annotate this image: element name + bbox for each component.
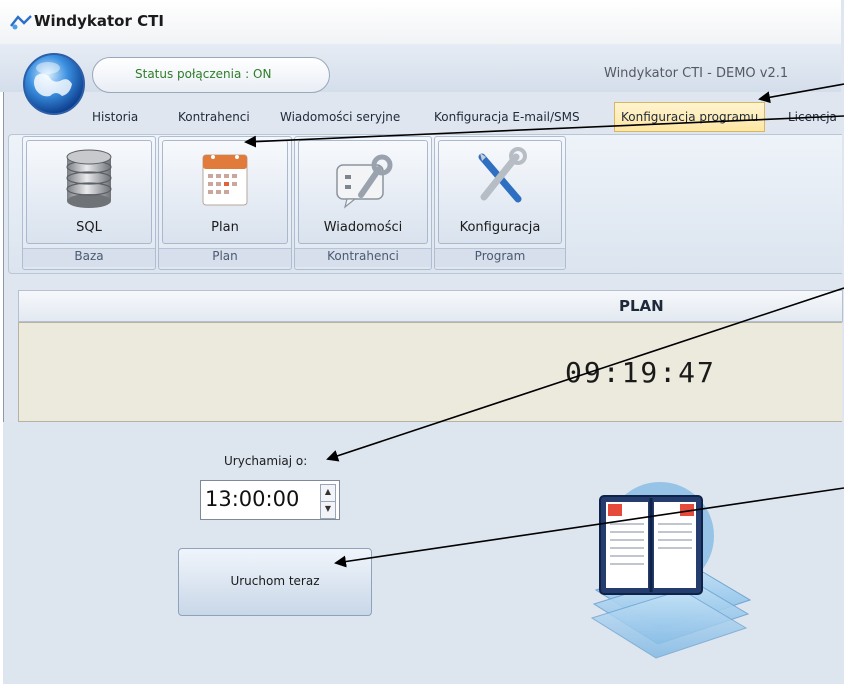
scheduler-calendar-icon — [590, 482, 752, 659]
tab-kontrahenci[interactable]: Kontrahenci — [172, 104, 256, 130]
ribbon-group-label-program: Program — [435, 248, 565, 267]
sql-button-label: SQL — [76, 220, 102, 235]
plan-title: PLAN — [619, 297, 664, 315]
clock-panel: 09:19:47 — [18, 322, 842, 422]
run-now-button-label: Uruchom teraz — [230, 574, 320, 588]
current-time: 09:19:47 — [565, 356, 716, 389]
ribbon-group-label-plan: Plan — [159, 248, 291, 267]
connection-status: Status połączenia : ON — [135, 67, 272, 81]
konfiguracja-button-label: Konfiguracja — [459, 220, 541, 235]
version-label: Windykator CTI - DEMO v2.1 — [604, 66, 789, 81]
tab-konfiguracja-email-sms[interactable]: Konfiguracja E-mail/SMS — [428, 104, 586, 130]
ribbon-group-plan: Plan Plan — [158, 136, 292, 270]
run-time-input[interactable]: 13:00:00 ▲ ▼ — [200, 480, 340, 520]
plan-button[interactable]: Plan — [162, 140, 288, 244]
ribbon-group-label-kontrahenci: Kontrahenci — [295, 248, 431, 267]
calendar-icon — [202, 154, 248, 206]
wiadomosci-button-label: Wiadomości — [323, 220, 403, 235]
ribbon-group-kontrahenci: Wiadomości Kontrahenci — [294, 136, 432, 270]
connection-status-pill: Status połączenia : ON — [92, 57, 330, 93]
plan-button-label: Plan — [211, 220, 239, 235]
sql-button[interactable]: SQL — [26, 140, 152, 244]
title-bar: Windykator CTI — [0, 0, 841, 45]
ribbon-group-program: Konfiguracja Program — [434, 136, 566, 270]
wiadomosci-button[interactable]: Wiadomości — [298, 140, 428, 244]
tab-historia[interactable]: Historia — [86, 104, 144, 130]
globe-orb-icon[interactable] — [22, 52, 86, 116]
tab-konfiguracja-programu[interactable]: Konfiguracja programu — [614, 102, 766, 132]
ribbon-group-label-baza: Baza — [23, 248, 155, 267]
tools-icon — [478, 147, 527, 203]
run-at-label: Urychamiaj o: — [224, 454, 308, 468]
run-now-button[interactable]: Uruchom teraz — [178, 548, 372, 616]
run-time-value: 13:00:00 — [205, 487, 300, 511]
spin-down-icon[interactable]: ▼ — [320, 501, 336, 519]
message-wrench-icon — [336, 154, 393, 209]
window-title: Windykator CTI — [34, 12, 164, 30]
tab-licencja[interactable]: Licencja — [782, 104, 843, 130]
plan-header: PLAN — [18, 290, 843, 322]
app-logo-icon — [10, 15, 32, 30]
tab-wiadomosci-seryjne[interactable]: Wiadomości seryjne — [274, 104, 406, 130]
konfiguracja-button[interactable]: Konfiguracja — [438, 140, 562, 244]
ribbon-group-baza: SQL Baza — [22, 136, 156, 270]
spin-up-icon[interactable]: ▲ — [320, 484, 336, 502]
database-icon — [66, 149, 112, 208]
